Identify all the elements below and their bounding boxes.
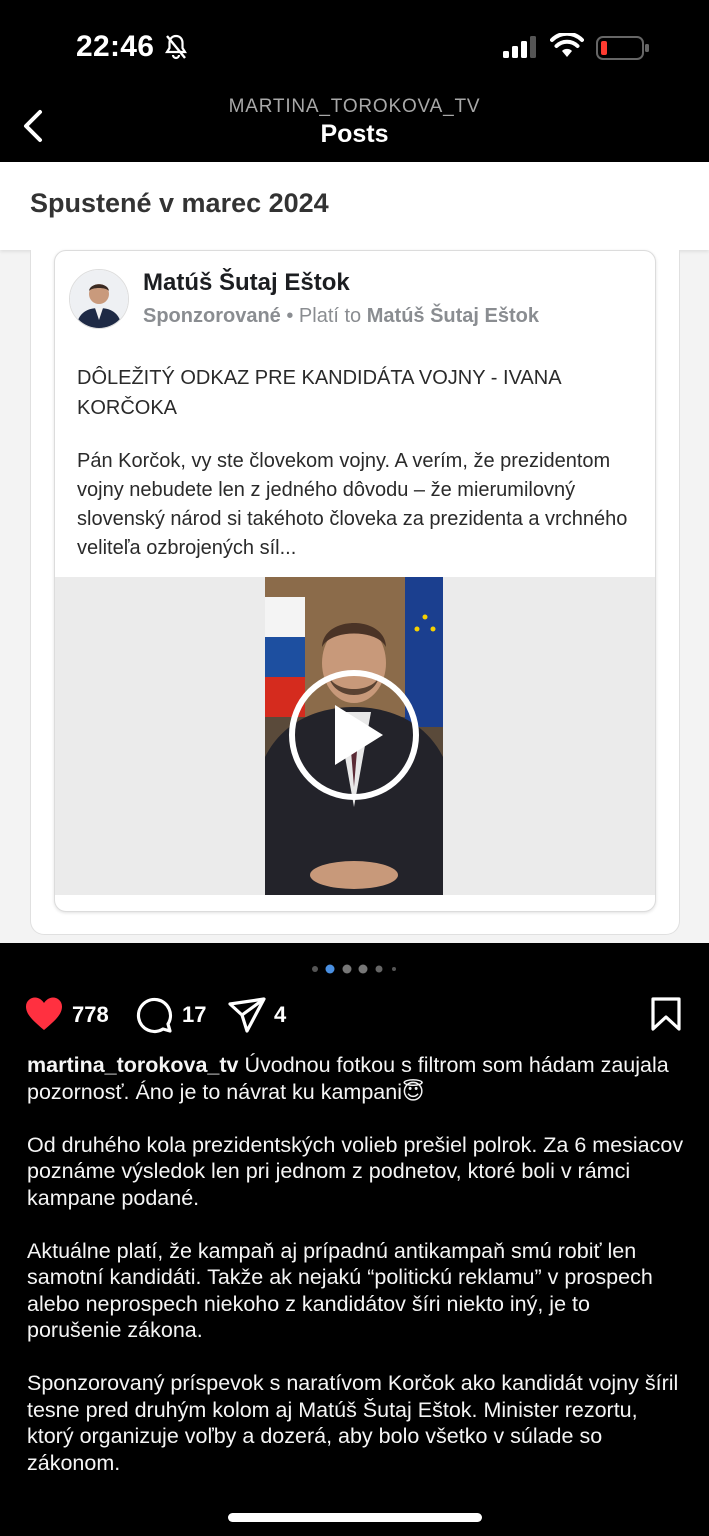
- page-title: Posts: [320, 120, 389, 148]
- account-username[interactable]: MARTINA_TOROKOVA_TV: [0, 96, 709, 118]
- home-indicator[interactable]: [228, 1513, 482, 1522]
- status-time: 22:46: [76, 30, 155, 63]
- launched-date-label: Spustené v marec 2024: [30, 188, 329, 218]
- sponsored-line: Sponzorované • Platí to Matúš Šutaj Ešto…: [143, 305, 539, 328]
- ad-body-text: Pán Korčok, vy ste človekom vojny. A ver…: [77, 450, 628, 559]
- carousel-dots-icon: [311, 964, 396, 974]
- ad-video-area: [55, 577, 655, 895]
- advertiser-name: Matúš Šutaj Eštok: [143, 269, 350, 296]
- post-action-bar: 778 17 4: [0, 990, 709, 1040]
- status-bar: 22:46: [0, 0, 709, 92]
- heart-like-icon[interactable]: [24, 996, 64, 1032]
- ad-card: Matúš Šutaj Eštok Sponzorované • Platí t…: [54, 250, 656, 912]
- wifi-icon: [550, 33, 584, 57]
- ad-headline: DÔLEŽITÝ ODKAZ PRE KANDIDÁTA VOJNY - IVA…: [77, 367, 561, 419]
- cellular-signal-icon: [503, 36, 536, 58]
- caption-paragraph: Aktuálne platí, že kampaň aj prípadnú an…: [27, 1238, 653, 1343]
- advertiser-avatar: [69, 269, 129, 329]
- launched-date-bar: Spustené v marec 2024: [0, 162, 709, 250]
- like-count[interactable]: 778: [72, 1002, 109, 1028]
- share-send-icon[interactable]: [227, 996, 267, 1034]
- comment-count[interactable]: 17: [182, 1002, 206, 1028]
- battery-icon: [596, 36, 649, 60]
- post-image[interactable]: Spustené v marec 2024 Matúš Šutaj Eštok …: [0, 162, 709, 943]
- bookmark-save-icon[interactable]: [650, 996, 682, 1032]
- paid-by-prefix: • Platí to: [286, 305, 362, 327]
- bell-muted-icon: [165, 34, 187, 60]
- top-header: MARTINA_TOROKOVA_TV Posts: [0, 92, 709, 162]
- paid-by-name: Matúš Šutaj Eštok: [366, 305, 540, 327]
- caption-paragraph: Od druhého kola prezidentských volieb pr…: [27, 1132, 684, 1210]
- share-count[interactable]: 4: [274, 1002, 286, 1028]
- caption-first-paragraph: martina_torokova_tv Úvodnou fotkou s fil…: [27, 1052, 687, 1105]
- ad-video-thumbnail[interactable]: [265, 577, 443, 895]
- carousel-indicator: [0, 962, 709, 981]
- comment-icon[interactable]: [135, 996, 173, 1034]
- caption-paragraph: Sponzorovaný príspevok s naratívom Korčo…: [27, 1371, 679, 1475]
- caption-username[interactable]: martina_torokova_tv: [27, 1053, 239, 1077]
- post-caption: martina_torokova_tv Úvodnou fotkou s fil…: [27, 1052, 687, 1503]
- sponsored-label: Sponzorované: [143, 305, 281, 327]
